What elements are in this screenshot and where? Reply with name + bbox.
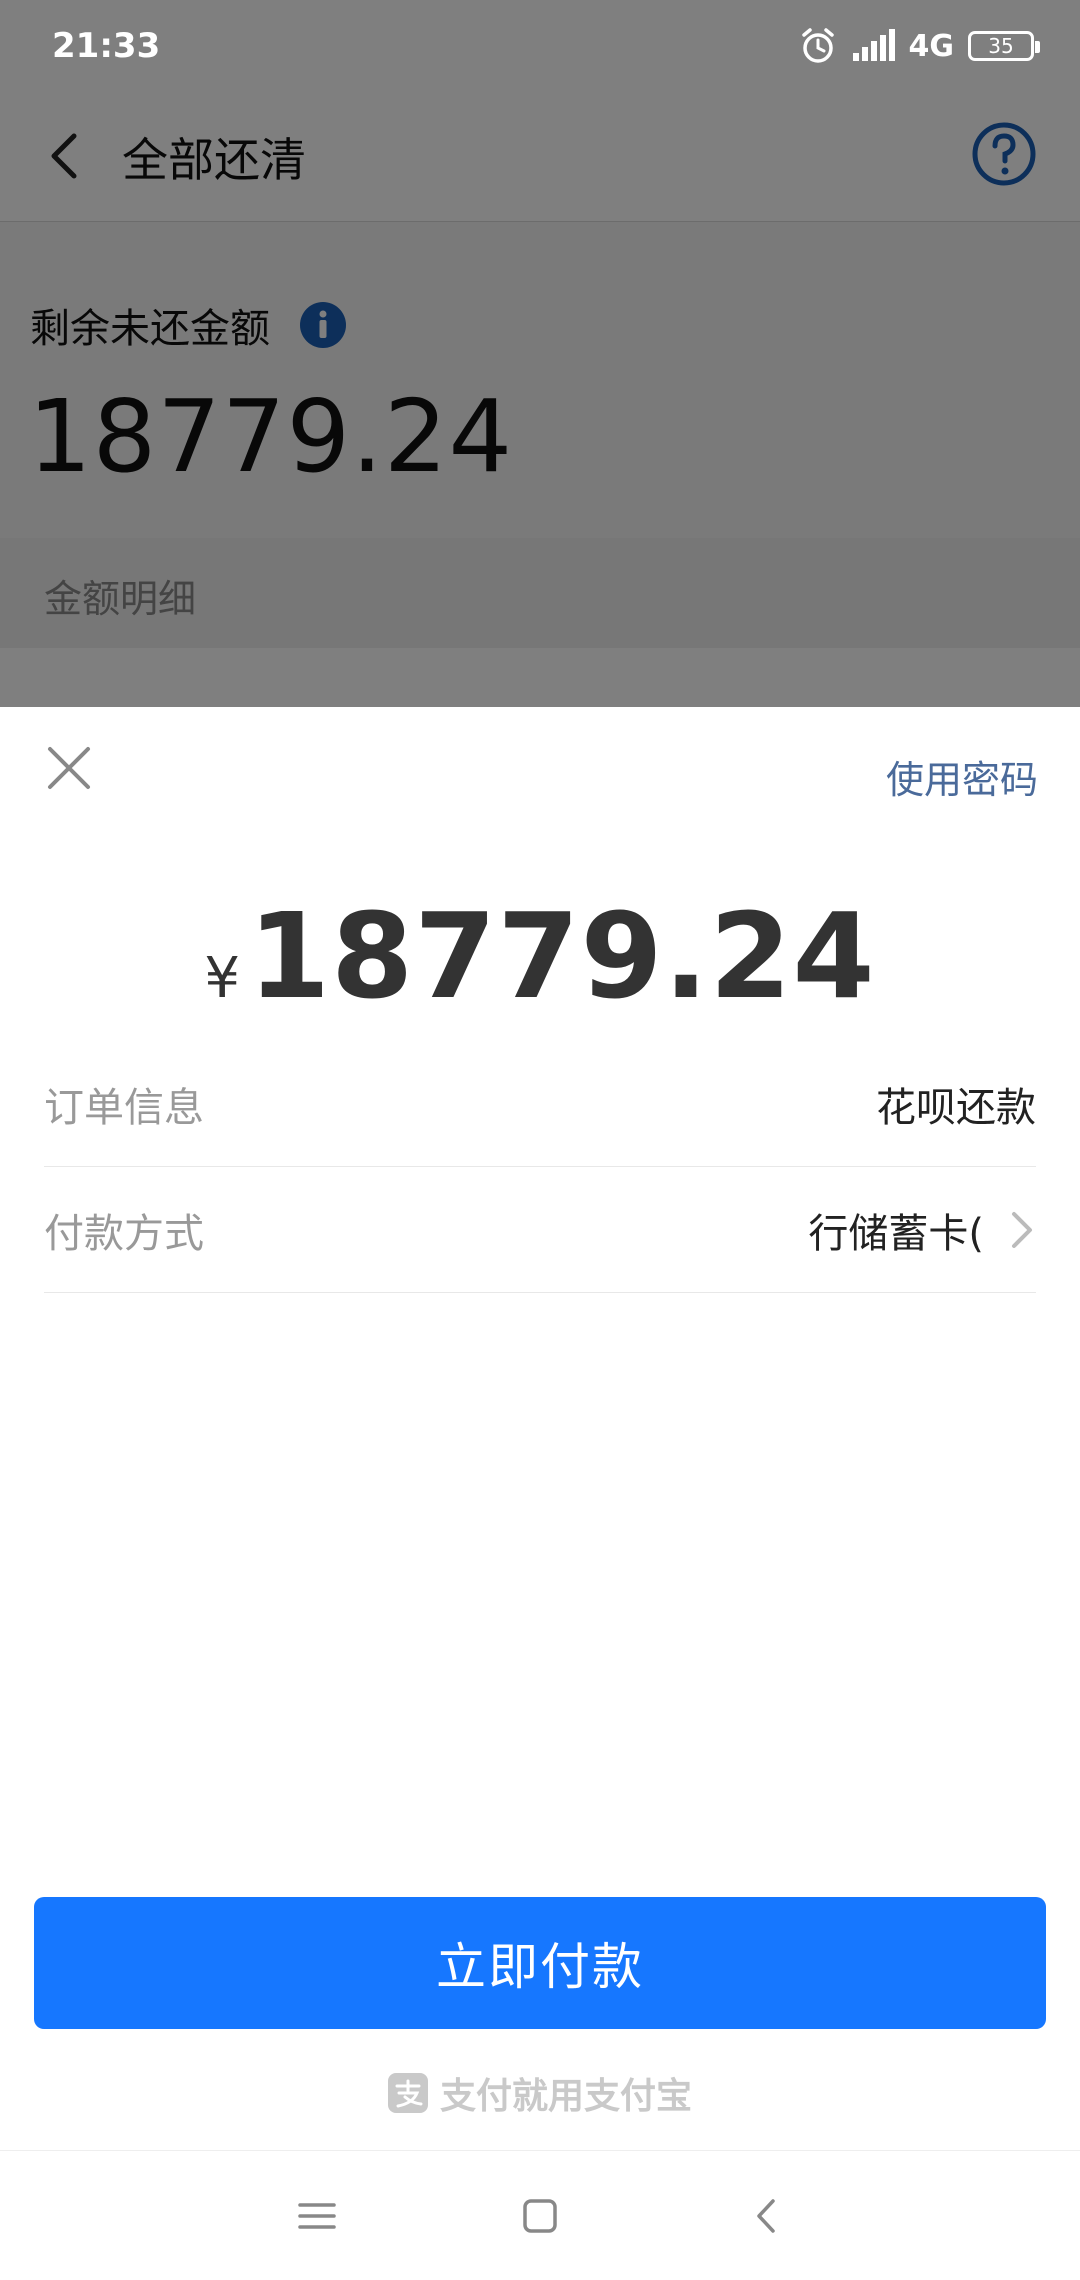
battery-icon: 35 <box>968 31 1040 61</box>
payment-sheet: 使用密码 ¥ 18779.24 订单信息 花呗还款 付款方式 行储蓄卡( 立即付… <box>0 707 1080 2150</box>
status-icons: 4G 35 <box>799 26 1040 66</box>
alipay-slogan: 支付就用支付宝 <box>439 2076 692 2117</box>
payment-method-value: 行储蓄卡( <box>808 1201 1036 1259</box>
payment-amount: ¥ 18779.24 <box>0 887 1080 1025</box>
use-password-link[interactable]: 使用密码 <box>886 749 1038 804</box>
payment-method-row[interactable]: 付款方式 行储蓄卡( <box>44 1167 1036 1293</box>
payment-amount-value: 18779.24 <box>248 887 876 1025</box>
alipay-logo-icon <box>387 2073 428 2113</box>
menu-icon[interactable] <box>292 2191 342 2241</box>
status-time: 21:33 <box>52 26 161 66</box>
home-icon[interactable] <box>515 2191 565 2241</box>
nav-back-icon[interactable] <box>743 2191 793 2241</box>
alipay-brand: 支付就用支付宝 <box>0 2067 1080 2119</box>
order-info-value: 花呗还款 <box>876 1084 1036 1131</box>
order-info-label: 订单信息 <box>44 1084 204 1131</box>
chevron-right-icon <box>1012 1211 1032 1248</box>
pay-now-button[interactable]: 立即付款 <box>34 1897 1046 2029</box>
system-nav-bar <box>0 2150 1080 2280</box>
close-icon[interactable] <box>44 743 94 793</box>
network-type: 4G <box>908 28 955 64</box>
signal-icon <box>852 29 895 61</box>
payment-method-label: 付款方式 <box>44 1210 204 1257</box>
battery-level: 35 <box>988 34 1014 58</box>
alarm-icon <box>801 28 834 63</box>
order-info-row: 订单信息 花呗还款 <box>44 1041 1036 1167</box>
currency-symbol: ¥ <box>204 946 241 1011</box>
payment-method-text: 行储蓄卡( <box>808 1210 984 1257</box>
